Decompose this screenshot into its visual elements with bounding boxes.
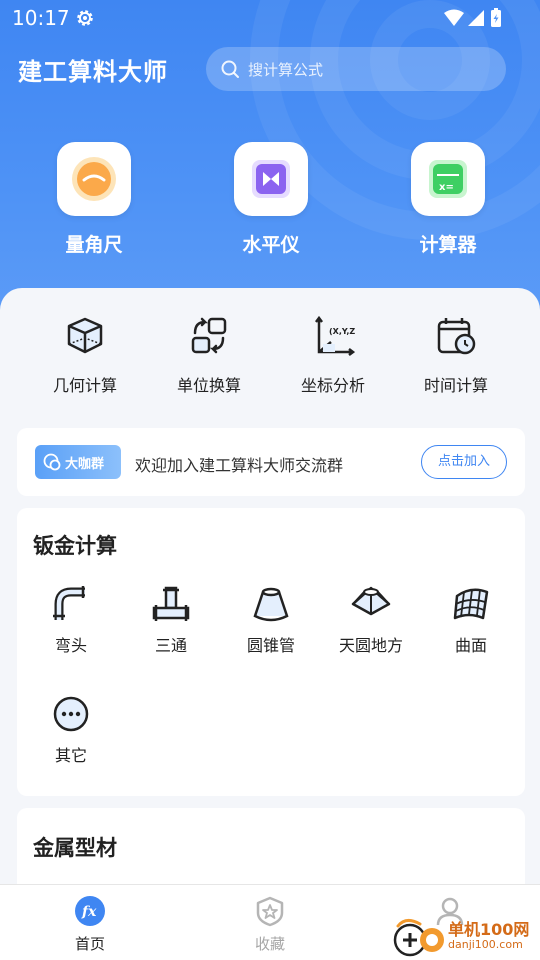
banner-text: 欢迎加入建工算料大师交流群	[135, 456, 344, 475]
sheet-metal-section: 钣金计算 弯头 三通 圆锥管 天圆地方 曲面 其它	[17, 508, 525, 796]
quick-coordinate[interactable]: (X,Y,Z) 坐标分析	[271, 314, 395, 396]
sheet-metal-item-tee[interactable]: 三通	[121, 584, 221, 656]
tab-label: 首页	[74, 935, 105, 953]
tab-label: 收藏	[254, 935, 285, 953]
round-to-square-icon	[351, 586, 391, 616]
svg-text:fx: fx	[81, 904, 97, 920]
search-icon	[221, 60, 239, 78]
sheet-metal-label: 其它	[54, 746, 87, 765]
join-group-button[interactable]: 点击加入	[421, 445, 507, 479]
quick-unit-convert[interactable]: 单位换算	[147, 314, 271, 396]
star-shield-icon	[256, 896, 284, 927]
protractor-icon	[72, 157, 116, 201]
section-title: 金属型材	[33, 836, 117, 860]
tab-favorites[interactable]: 收藏	[220, 895, 320, 954]
chat-bubble-icon	[43, 453, 61, 471]
protractor-icon-box	[57, 142, 131, 216]
coord-glyph: (X,Y,Z)	[329, 327, 355, 336]
sheet-metal-label: 三通	[154, 636, 187, 655]
section-title: 钣金计算	[33, 534, 117, 558]
watermark-url: danji100.com	[448, 938, 523, 951]
unit-convert-icon	[191, 317, 227, 354]
search-placeholder: 搜计算公式	[248, 61, 324, 79]
battery-icon	[491, 8, 501, 27]
settings-gear-icon	[77, 10, 93, 26]
badge-text: 大咖群	[65, 457, 105, 472]
tool-protractor[interactable]: 量角尺	[34, 142, 154, 257]
cone-pipe-icon	[253, 587, 289, 622]
sheet-metal-item-transition[interactable]: 天圆地方	[321, 584, 421, 656]
quick-label: 时间计算	[423, 376, 488, 395]
cube-icon	[67, 317, 103, 354]
quick-geometry[interactable]: 几何计算	[23, 314, 147, 396]
tool-spirit-level[interactable]: 水平仪	[211, 142, 331, 257]
svg-text:x=: x=	[439, 182, 454, 193]
tool-label: 量角尺	[65, 234, 123, 256]
sheet-metal-label: 曲面	[454, 636, 487, 655]
watermark: 单机100网 danji100.com	[390, 914, 540, 960]
tool-calculator[interactable]: x= 计算器	[388, 142, 508, 257]
quick-label: 单位换算	[176, 376, 241, 395]
fx-home-icon: fx	[75, 896, 105, 926]
wifi-icon	[444, 9, 464, 26]
tab-home[interactable]: fx 首页	[40, 895, 140, 954]
calculator-icon-box: x=	[411, 142, 485, 216]
tool-label: 计算器	[419, 234, 477, 256]
group-banner[interactable]: 大咖群 欢迎加入建工算料大师交流群 点击加入	[17, 428, 525, 496]
spirit-level-icon	[252, 160, 290, 198]
status-time: 10:17	[12, 6, 70, 30]
sheet-metal-item-cone[interactable]: 圆锥管	[221, 584, 321, 656]
sheet-metal-label: 弯头	[54, 636, 87, 655]
spirit-level-icon-box	[234, 142, 308, 216]
sheet-metal-item-other[interactable]: 其它	[21, 694, 121, 766]
search-bar[interactable]: 搜计算公式	[206, 47, 506, 91]
group-badge: 大咖群	[35, 445, 121, 479]
coordinate-axis-icon: (X,Y,Z)	[315, 315, 355, 356]
sheet-metal-item-surface[interactable]: 曲面	[421, 584, 521, 656]
watermark-logo-icon	[393, 919, 444, 957]
status-icons	[444, 8, 501, 27]
watermark-title: 单机100网	[448, 920, 530, 939]
more-icon	[53, 696, 89, 732]
quick-label: 几何计算	[52, 376, 117, 395]
elbow-pipe-icon	[53, 586, 85, 620]
sheet-metal-item-elbow[interactable]: 弯头	[21, 584, 121, 656]
quick-label: 坐标分析	[300, 376, 365, 395]
quick-time[interactable]: 时间计算	[394, 314, 518, 396]
tool-label: 水平仪	[242, 234, 300, 256]
sheet-metal-label: 天圆地方	[338, 636, 403, 655]
signal-icon	[468, 10, 484, 26]
status-bar: 10:17	[0, 0, 540, 36]
calculator-icon: x=	[429, 160, 467, 198]
calendar-clock-icon	[437, 318, 476, 355]
curved-surface-icon	[453, 588, 489, 620]
sheet-metal-label: 圆锥管	[246, 636, 295, 655]
app-title: 建工算料大师	[18, 58, 168, 86]
tee-pipe-icon	[152, 586, 190, 621]
